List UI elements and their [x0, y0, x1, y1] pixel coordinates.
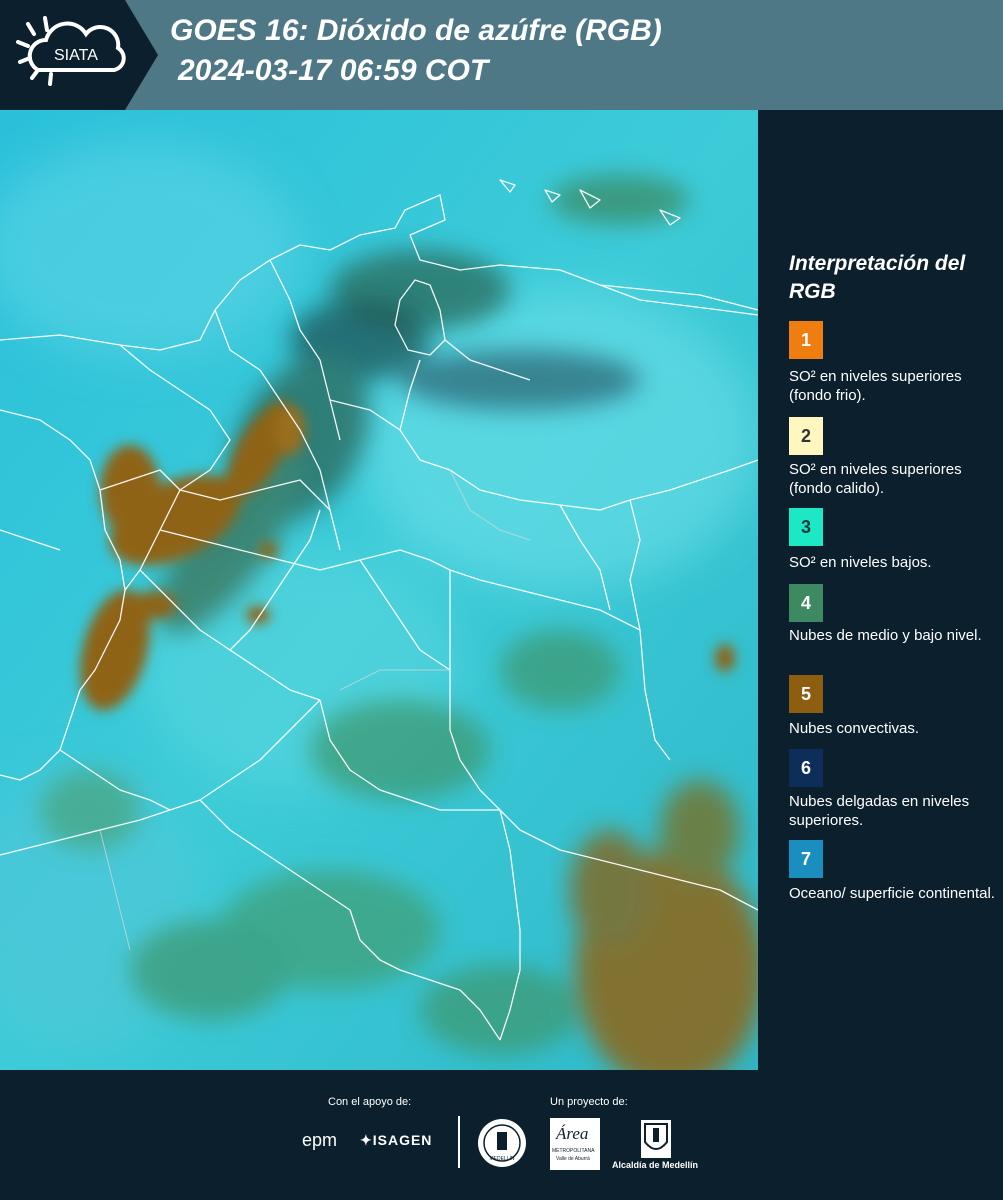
- area-logo-name: Área: [556, 1124, 589, 1143]
- page-title: GOES 16: Dióxido de azúfre (RGB): [170, 14, 662, 47]
- area-metropolitana-logo: Área METROPOLITANA Valle de Aburrá: [550, 1118, 600, 1170]
- legend-swatch-2: 2: [789, 417, 823, 455]
- satellite-map: [0, 110, 758, 1070]
- legend-label-6: Nubes delgadas en niveles superiores.: [789, 793, 970, 829]
- area-logo-sub1: METROPOLITANA: [552, 1148, 595, 1154]
- seal-text: MEDELLÍN: [489, 1155, 514, 1162]
- legend-swatch-number: 2: [800, 425, 811, 446]
- legend-swatch-number: 7: [800, 848, 811, 869]
- legend-label-1: SO² en niveles superiores (fondo frio).: [789, 368, 962, 404]
- project-caption: Un proyecto de:: [550, 1096, 628, 1108]
- legend-title: Interpretación del RGB: [789, 252, 966, 303]
- legend-label-2: SO² en niveles superiores (fondo calido)…: [789, 461, 962, 497]
- page-timestamp: 2024-03-17 06:59 COT: [178, 54, 489, 87]
- legend-swatch-number: 6: [800, 757, 811, 778]
- legend-swatch-number: 4: [800, 592, 811, 613]
- area-logo-sub2: Valle de Aburrá: [556, 1156, 590, 1162]
- legend-swatch-7: 7: [789, 840, 823, 878]
- legend-swatch-5: 5: [789, 675, 823, 713]
- footer-divider: [458, 1116, 460, 1168]
- legend-swatch-number: 5: [800, 683, 811, 704]
- legend-swatch-4: 4: [789, 584, 823, 622]
- siata-logo-text: SIATA: [54, 47, 98, 64]
- siata-logo: SIATA: [0, 0, 160, 110]
- isagen-logo: ✦ISAGEN: [360, 1132, 432, 1149]
- legend-swatch-1: 1: [789, 321, 823, 359]
- medellin-seal-icon: MEDELLÍN: [477, 1118, 527, 1168]
- legend-swatch-number: 1: [800, 329, 811, 350]
- footer-bar: Con el apoyo de: Un proyecto de: epm ✦IS…: [0, 1070, 1003, 1200]
- legend-label-7: Oceano/ superficie continental.: [789, 885, 995, 902]
- legend-panel: Interpretación del RGB 1 SO² en niveles …: [758, 110, 1003, 1070]
- epm-logo: epm: [302, 1130, 338, 1150]
- isagen-logo-text: ISAGEN: [372, 1132, 433, 1148]
- alcaldia-shield-icon: [641, 1120, 671, 1158]
- legend-label-3: SO² en niveles bajos.: [789, 554, 932, 571]
- isagen-icon: ✦: [360, 1132, 373, 1148]
- support-caption: Con el apoyo de:: [328, 1096, 412, 1108]
- alcaldia-label: Alcaldía de Medellín: [612, 1160, 699, 1170]
- legend-swatch-3: 3: [789, 508, 823, 546]
- legend-label-4: Nubes de medio y bajo nivel.: [789, 627, 982, 644]
- legend-label-5: Nubes convectivas.: [789, 720, 920, 737]
- legend-swatch-6: 6: [789, 749, 823, 787]
- header-bar: SIATA GOES 16: Dióxido de azúfre (RGB) 2…: [0, 0, 1003, 110]
- legend-swatch-number: 3: [800, 516, 811, 537]
